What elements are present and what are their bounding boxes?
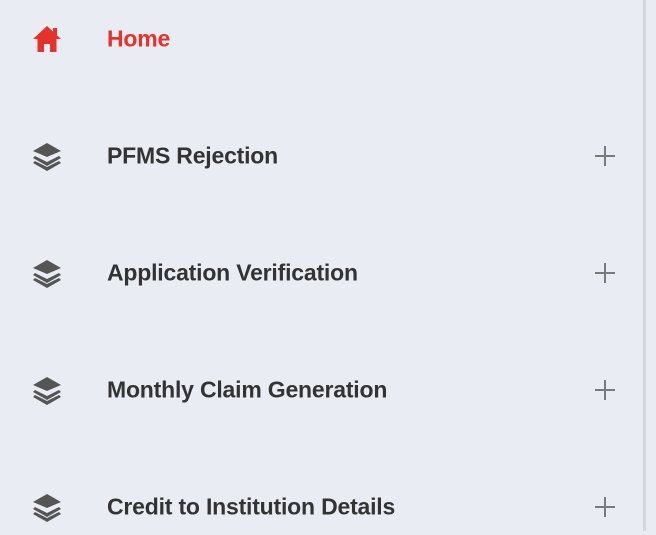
sidebar-item-application-verification[interactable]: Application Verification	[0, 245, 640, 301]
expand-plus-icon[interactable]	[594, 496, 616, 518]
sidebar-item-label: Home	[107, 25, 171, 52]
sidebar-item-label: Credit to Institution Details	[107, 493, 396, 520]
expand-plus-icon[interactable]	[594, 262, 616, 284]
sidebar-item-label: Application Verification	[107, 259, 358, 286]
expand-plus-icon[interactable]	[594, 379, 616, 401]
home-icon	[31, 23, 63, 55]
sidebar-item-home[interactable]: Home	[0, 11, 640, 67]
sidebar-menu: Home PFMS Rejection Application Verifica…	[0, 0, 646, 531]
sidebar-item-label: PFMS Rejection	[107, 142, 279, 169]
layers-icon	[31, 491, 63, 523]
layers-icon	[31, 374, 63, 406]
sidebar-item-label: Monthly Claim Generation	[107, 376, 388, 403]
layers-icon	[31, 140, 63, 172]
sidebar-item-credit-to-institution-details[interactable]: Credit to Institution Details	[0, 479, 640, 535]
expand-plus-icon[interactable]	[594, 145, 616, 167]
sidebar-item-pfms-rejection[interactable]: PFMS Rejection	[0, 128, 640, 184]
layers-icon	[31, 257, 63, 289]
sidebar-item-monthly-claim-generation[interactable]: Monthly Claim Generation	[0, 362, 640, 418]
